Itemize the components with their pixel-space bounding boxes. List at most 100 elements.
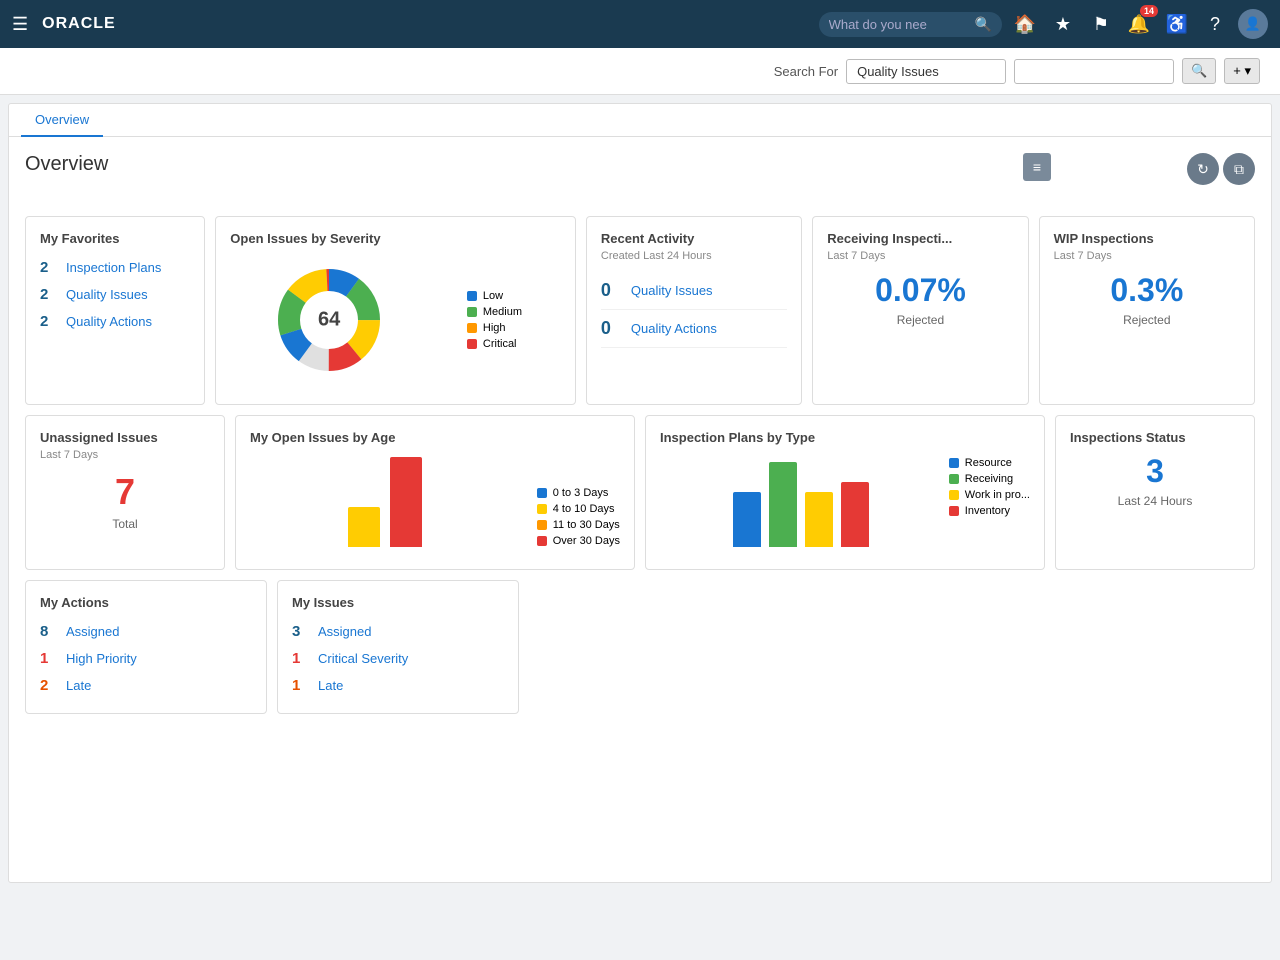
age-legend-4to10-dot — [537, 504, 547, 514]
open-issues-severity-card: Open Issues by Severity — [215, 216, 576, 405]
help-icon[interactable]: ? — [1200, 9, 1230, 39]
inspection-plans-type-title: Inspection Plans by Type — [660, 430, 1030, 445]
unassigned-issues-label: Total — [40, 517, 210, 531]
inspection-plans-type-card: Inspection Plans by Type — [645, 415, 1045, 570]
activity-quality-actions[interactable]: 0 Quality Actions — [601, 310, 787, 348]
wip-inspections-percentage: 0.3% — [1054, 272, 1240, 309]
flag-icon[interactable]: ⚑ — [1086, 9, 1116, 39]
age-legend-11to30-dot — [537, 520, 547, 530]
recent-activity-title: Recent Activity — [601, 231, 787, 246]
insp-legend-resource-label: Resource — [965, 457, 1012, 469]
insp-legend-receiving-label: Receiving — [965, 473, 1013, 485]
actions-assigned[interactable]: 8 Assigned — [40, 618, 252, 645]
donut-legend: Low Medium High — [467, 290, 522, 350]
actions-late[interactable]: 2 Late — [40, 672, 252, 699]
my-actions-title: My Actions — [40, 595, 252, 610]
topbar: ☰ ORACLE 🔍 🏠 ★ ⚑ 🔔 14 ♿ ? 👤 — [0, 0, 1280, 48]
activity-quality-issues[interactable]: 0 Quality Issues — [601, 272, 787, 310]
refresh-button[interactable]: ↻ — [1187, 153, 1219, 185]
action-buttons: ↻ ⧉ — [1187, 153, 1255, 185]
wip-inspections-label: Rejected — [1054, 313, 1240, 327]
my-issues-title: My Issues — [292, 595, 504, 610]
open-issues-age-title: My Open Issues by Age — [250, 430, 620, 445]
search-for-input[interactable] — [846, 59, 1006, 84]
receiving-inspection-card: Receiving Inspecti... Last 7 Days 0.07% … — [812, 216, 1028, 405]
actions-high-priority[interactable]: 1 High Priority — [40, 645, 252, 672]
legend-high-dot — [467, 323, 477, 333]
legend-medium-dot — [467, 307, 477, 317]
my-issues-card: My Issues 3 Assigned 1 Critical Severity… — [277, 580, 519, 714]
insp-legend-workinpro-dot — [949, 490, 959, 500]
insp-bar-inventory — [841, 482, 869, 547]
home-icon[interactable]: 🏠 — [1010, 9, 1040, 39]
global-search-input[interactable] — [829, 17, 969, 32]
search-text-input[interactable] — [1014, 59, 1174, 84]
unassigned-issues-subtitle: Last 7 Days — [40, 449, 210, 461]
tabs-bar: Overview — [9, 104, 1271, 137]
overview-content: Overview ↻ ⧉ ≡ My Favorites 2 Inspec — [9, 137, 1271, 730]
add-button[interactable]: + ▾ — [1224, 58, 1260, 84]
copy-button[interactable]: ⧉ — [1223, 153, 1255, 185]
receiving-inspection-title: Receiving Inspecti... — [827, 231, 1013, 246]
age-legend-11to30-label: 11 to 30 Days — [553, 519, 620, 531]
insp-legend-resource-dot — [949, 458, 959, 468]
issues-assigned[interactable]: 3 Assigned — [292, 618, 504, 645]
insp-legend-receiving-dot — [949, 474, 959, 484]
my-favorites-card: My Favorites 2 Inspection Plans 2 Qualit… — [25, 216, 205, 405]
recent-activity-subtitle: Created Last 24 Hours — [601, 250, 787, 262]
global-search-icon[interactable]: 🔍 — [975, 16, 992, 33]
favorites-quality-issues[interactable]: 2 Quality Issues — [40, 281, 190, 308]
hamburger-menu-icon[interactable]: ☰ — [12, 14, 28, 35]
insp-bar-receiving — [769, 462, 797, 547]
oracle-logo: ORACLE — [42, 15, 116, 33]
notifications-icon[interactable]: 🔔 14 — [1124, 9, 1154, 39]
insp-legend-inventory-dot — [949, 506, 959, 516]
issues-late[interactable]: 1 Late — [292, 672, 504, 699]
inspections-status-count: 3 — [1070, 453, 1240, 490]
wip-inspections-subtitle: Last 7 Days — [1054, 250, 1240, 262]
age-legend-0to3-label: 0 to 3 Days — [553, 487, 609, 499]
inspections-status-card: Inspections Status 3 Last 24 Hours — [1055, 415, 1255, 570]
avatar[interactable]: 👤 — [1238, 9, 1268, 39]
search-row: Search For 🔍 + ▾ — [0, 48, 1280, 95]
insp-legend-inventory-label: Inventory — [965, 505, 1010, 517]
favorites-inspection-plans[interactable]: 2 Inspection Plans — [40, 254, 190, 281]
age-legend-0to3-dot — [537, 488, 547, 498]
legend-medium-label: Medium — [483, 306, 522, 318]
notification-badge: 14 — [1140, 5, 1158, 17]
open-issues-age-card: My Open Issues by Age 0 to 3 Days — [235, 415, 635, 570]
age-bar-over30 — [390, 457, 422, 547]
favorites-icon[interactable]: ★ — [1048, 9, 1078, 39]
age-bar-4to10 — [348, 507, 380, 547]
page-title: Overview — [25, 153, 108, 175]
issues-critical-severity[interactable]: 1 Critical Severity — [292, 645, 504, 672]
age-legend-4to10-label: 4 to 10 Days — [553, 503, 615, 515]
search-button[interactable]: 🔍 — [1182, 58, 1216, 84]
legend-high-label: High — [483, 322, 506, 334]
unassigned-issues-card: Unassigned Issues Last 7 Days 7 Total — [25, 415, 225, 570]
empty-space — [529, 580, 1255, 714]
recent-activity-card: Recent Activity Created Last 24 Hours 0 … — [586, 216, 802, 405]
inspections-status-title: Inspections Status — [1070, 430, 1240, 445]
age-legend-over30-dot — [537, 536, 547, 546]
legend-low-label: Low — [483, 290, 503, 302]
favorites-quality-actions[interactable]: 2 Quality Actions — [40, 308, 190, 335]
layout-toggle-button[interactable]: ≡ — [1023, 153, 1051, 181]
global-search-bar: 🔍 — [819, 12, 1002, 37]
insp-bar-workinpro — [805, 492, 833, 547]
inspections-status-label: Last 24 Hours — [1070, 494, 1240, 508]
wip-inspections-card: WIP Inspections Last 7 Days 0.3% Rejecte… — [1039, 216, 1255, 405]
open-issues-title: Open Issues by Severity — [230, 231, 561, 246]
insp-bar-resource — [733, 492, 761, 547]
search-for-label: Search For — [774, 64, 838, 79]
legend-critical-dot — [467, 339, 477, 349]
receiving-inspection-subtitle: Last 7 Days — [827, 250, 1013, 262]
tab-overview[interactable]: Overview — [21, 104, 103, 137]
legend-low-dot — [467, 291, 477, 301]
my-favorites-title: My Favorites — [40, 231, 190, 246]
content-panel: Overview Overview ↻ ⧉ ≡ My Favorites — [8, 103, 1272, 883]
my-actions-card: My Actions 8 Assigned 1 High Priority 2 — [25, 580, 267, 714]
unassigned-issues-count: 7 — [40, 471, 210, 513]
accessibility-icon[interactable]: ♿ — [1162, 9, 1192, 39]
age-legend-over30-label: Over 30 Days — [553, 535, 620, 547]
